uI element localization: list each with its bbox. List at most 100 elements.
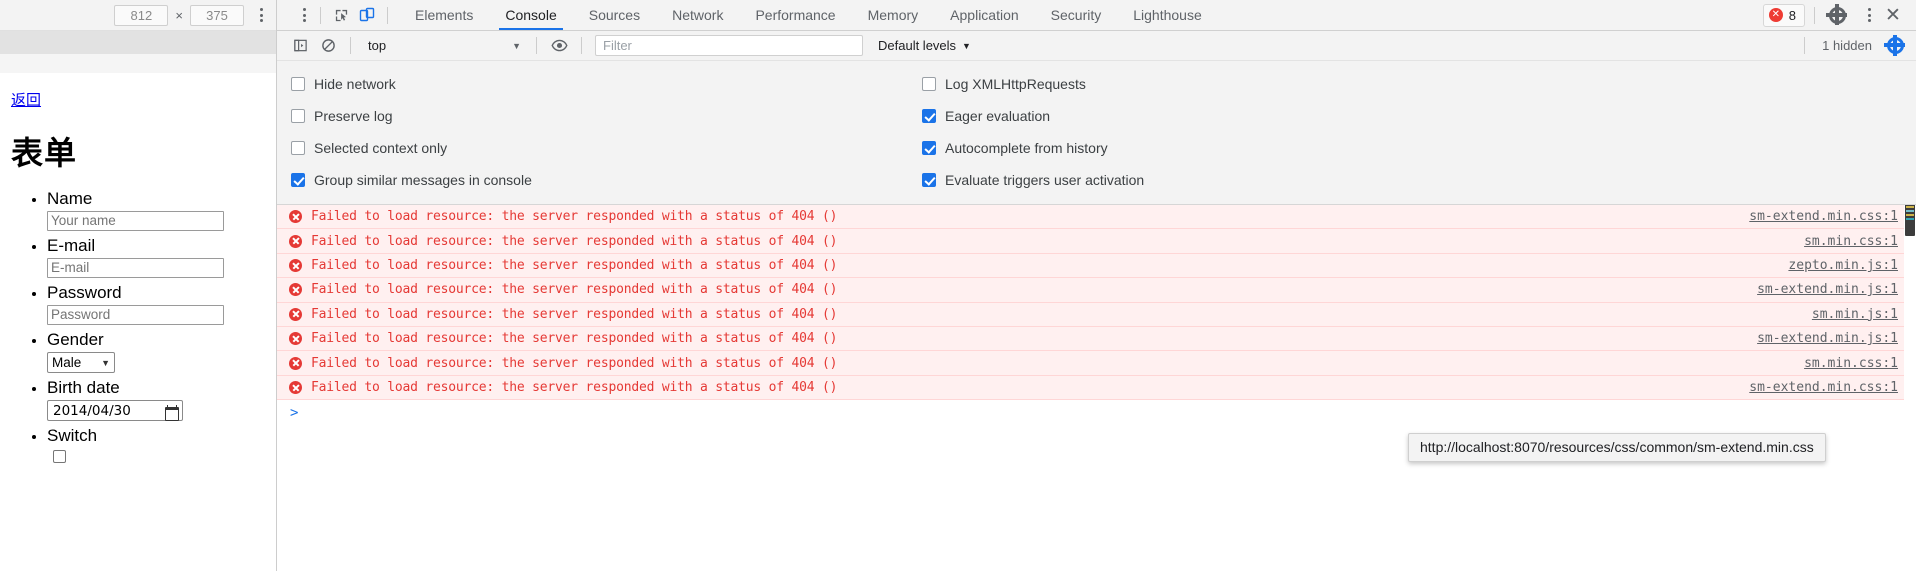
page-title: 表单	[11, 134, 78, 172]
console-minimap-scrollbar[interactable]	[1904, 205, 1916, 571]
console-message-source-link[interactable]: sm-extend.min.css:1	[1749, 380, 1906, 395]
console-toolbar-divider	[350, 37, 351, 54]
password-input[interactable]: Password	[47, 305, 224, 325]
form-field-list: Name Your name E-mail E-mail Password Pa…	[8, 188, 265, 463]
console-toolbar-right: 1 hidden	[1797, 33, 1908, 59]
tab-console[interactable]: Console	[489, 0, 572, 30]
console-settings-gear-icon[interactable]	[1882, 33, 1908, 59]
console-message-text: Failed to load resource: the server resp…	[311, 257, 838, 273]
tab-sources[interactable]: Sources	[573, 0, 656, 30]
tab-security[interactable]: Security	[1035, 0, 1118, 30]
console-message-source-link[interactable]: sm.min.css:1	[1804, 356, 1906, 371]
log-xmlhttprequests-checkbox[interactable]: Log XMLHttpRequests	[922, 76, 1086, 92]
birth-date-value: 2014/04/30	[53, 402, 131, 419]
live-expression-icon[interactable]	[546, 33, 572, 59]
tab-memory[interactable]: Memory	[852, 0, 935, 30]
chevron-down-icon: ▼	[101, 357, 110, 368]
hidden-messages-count[interactable]: 1 hidden	[1822, 38, 1872, 53]
hide-network-checkbox[interactable]: Hide network	[291, 76, 922, 92]
birth-date-input[interactable]: 2014/04/30	[47, 400, 183, 421]
console-message-row[interactable]: Failed to load resource: the server resp…	[277, 278, 1916, 303]
device-width-input[interactable]: 812	[114, 4, 169, 26]
name-input[interactable]: Your name	[47, 211, 224, 231]
error-icon	[289, 234, 302, 248]
settings-right-1: Log XMLHttpRequests	[922, 76, 1086, 92]
tab-elements[interactable]: Elements	[399, 0, 489, 30]
device-height-input[interactable]: 375	[190, 4, 244, 26]
chevron-down-icon: ▼	[962, 40, 971, 51]
email-input[interactable]: E-mail	[47, 258, 224, 278]
execution-context-select[interactable]: top ▼	[362, 35, 527, 57]
toggle-device-toolbar-icon[interactable]	[354, 2, 380, 28]
console-message-row[interactable]: Failed to load resource: the server resp…	[277, 205, 1916, 230]
scrollbar-thumb[interactable]	[1905, 205, 1915, 236]
hide-network-label: Hide network	[314, 76, 396, 92]
back-link[interactable]: 返回	[11, 89, 41, 110]
tab-application[interactable]: Application	[934, 0, 1035, 30]
console-message-text: Failed to load resource: the server resp…	[311, 331, 838, 347]
console-message-source-link[interactable]: sm-extend.min.js:1	[1757, 331, 1906, 346]
error-count-value: 8	[1788, 7, 1796, 23]
console-message-source-link[interactable]: zepto.min.js:1	[1788, 258, 1906, 273]
console-message-row[interactable]: Failed to load resource: the server resp…	[277, 326, 1916, 352]
console-message-text: Failed to load resource: the server resp…	[311, 306, 838, 322]
console-prompt[interactable]: >	[277, 400, 1916, 426]
group-similar-messages-checkbox[interactable]: Group similar messages in console	[291, 172, 922, 188]
devtools-drawer-kebab-icon[interactable]	[295, 4, 313, 26]
settings-right-2: Eager evaluation	[922, 108, 1050, 124]
console-message-text: Failed to load resource: the server resp…	[311, 233, 838, 249]
page-scroll-strip[interactable]	[0, 31, 276, 54]
console-toolbar: top ▼ Filter Default levels ▼ 1 hidden	[277, 31, 1916, 61]
settings-row-4: Group similar messages in console Evalua…	[277, 164, 1916, 196]
clear-console-icon[interactable]	[315, 33, 341, 59]
console-message-row[interactable]: Failed to load resource: the server resp…	[277, 375, 1916, 401]
console-message-source-link[interactable]: sm.min.js:1	[1812, 307, 1906, 322]
settings-right-4: Evaluate triggers user activation	[922, 172, 1144, 188]
settings-row-1: Hide network Log XMLHttpRequests	[277, 68, 1916, 100]
devtools-tabbar: Elements Console Sources Network Perform…	[277, 0, 1916, 31]
page-content: 返回 表单 Name Your name E-mail E-mail Passw…	[0, 73, 276, 463]
page-preview-pane: 812 × 375 返回 表单 Name Your name E-mail E-…	[0, 0, 277, 571]
console-message-source-link[interactable]: sm-extend.min.css:1	[1749, 209, 1906, 224]
link-url-tooltip: http://localhost:8070/resources/css/comm…	[1408, 433, 1826, 462]
field-label-password: Password	[47, 283, 122, 302]
console-message-row[interactable]: Failed to load resource: the server resp…	[277, 351, 1916, 376]
console-toolbar-divider-4	[1804, 37, 1806, 54]
preserve-log-checkbox[interactable]: Preserve log	[291, 108, 922, 124]
gear-icon[interactable]	[1824, 2, 1850, 28]
device-options-kebab-icon[interactable]	[252, 4, 270, 26]
device-toolbar: 812 × 375	[0, 0, 276, 31]
inspect-element-icon[interactable]	[328, 2, 354, 28]
settings-left-4: Group similar messages in console	[277, 172, 922, 188]
console-message-row[interactable]: Failed to load resource: the server resp…	[277, 302, 1916, 327]
form-field-switch: Switch	[47, 425, 265, 463]
log-levels-select[interactable]: Default levels ▼	[878, 38, 971, 53]
eager-evaluation-label: Eager evaluation	[945, 108, 1051, 124]
console-message-source-link[interactable]: sm.min.css:1	[1804, 234, 1906, 249]
selected-context-only-checkbox[interactable]: Selected context only	[291, 140, 922, 156]
eager-evaluation-checkbox[interactable]: Eager evaluation	[922, 108, 1050, 124]
gender-select[interactable]: Male ▼	[47, 352, 115, 373]
filter-input[interactable]: Filter	[595, 35, 863, 56]
switch-checkbox[interactable]	[53, 450, 66, 463]
autocomplete-from-history-checkbox[interactable]: Autocomplete from history	[922, 140, 1108, 156]
tab-network[interactable]: Network	[656, 0, 739, 30]
error-count-badge[interactable]: ✕ 8	[1762, 3, 1805, 27]
calendar-icon[interactable]	[165, 404, 179, 421]
checkbox-box	[291, 109, 305, 123]
devtools-more-kebab-icon[interactable]	[1860, 4, 1878, 26]
console-message-row[interactable]: Failed to load resource: the server resp…	[277, 253, 1916, 279]
devtools-toolbar-actions: ✕ 8 ✕	[1762, 2, 1910, 28]
form-field-birth-date: Birth date 2014/04/30	[47, 377, 265, 421]
tab-lighthouse[interactable]: Lighthouse	[1117, 0, 1218, 30]
page-top-spacer	[0, 54, 276, 73]
autocomplete-from-history-label: Autocomplete from history	[945, 140, 1108, 156]
console-sidebar-icon[interactable]	[287, 33, 313, 59]
console-message-source-link[interactable]: sm-extend.min.js:1	[1757, 282, 1906, 297]
devtools-tab-list: Elements Console Sources Network Perform…	[399, 0, 1218, 30]
evaluate-triggers-user-activation-checkbox[interactable]: Evaluate triggers user activation	[922, 172, 1144, 188]
console-message-row[interactable]: Failed to load resource: the server resp…	[277, 229, 1916, 254]
tab-performance[interactable]: Performance	[739, 0, 851, 30]
close-icon[interactable]: ✕	[1880, 2, 1906, 28]
console-message-list[interactable]: Failed to load resource: the server resp…	[277, 205, 1916, 571]
